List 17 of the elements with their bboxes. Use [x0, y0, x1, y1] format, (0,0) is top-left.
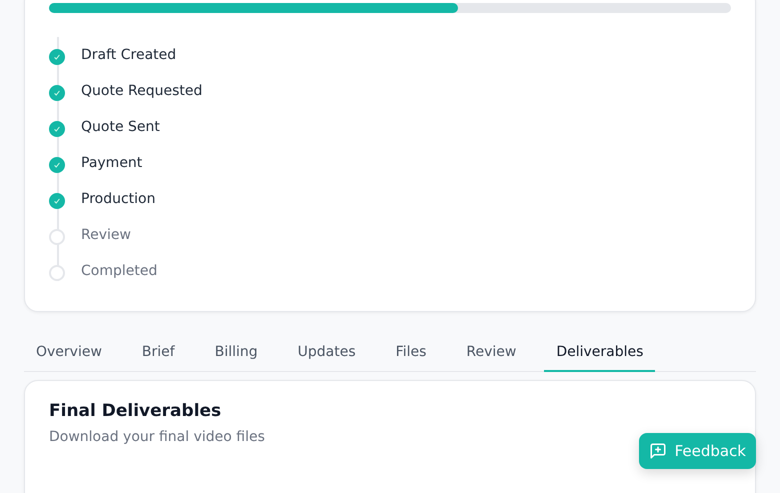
step-label: Draft Created — [81, 47, 176, 63]
card-title: Final Deliverables — [49, 401, 222, 421]
tab[interactable]: Overview — [24, 334, 114, 372]
tab[interactable]: Billing — [202, 334, 270, 372]
message-plus-icon — [648, 442, 667, 460]
step-label: Completed — [81, 263, 158, 279]
step-label: Quote Sent — [81, 119, 160, 135]
step-label: Payment — [81, 155, 142, 171]
step-label: Quote Requested — [81, 83, 202, 99]
step-label: Production — [81, 191, 156, 207]
tab[interactable]: Deliverables — [544, 334, 656, 372]
tab[interactable]: Brief — [130, 334, 187, 372]
tab[interactable]: Updates — [286, 334, 368, 372]
step-label: Review — [81, 227, 131, 243]
tab[interactable]: Review — [454, 334, 528, 372]
tab[interactable]: Files — [384, 334, 438, 372]
card-subtitle: Download your final video files — [49, 429, 266, 445]
